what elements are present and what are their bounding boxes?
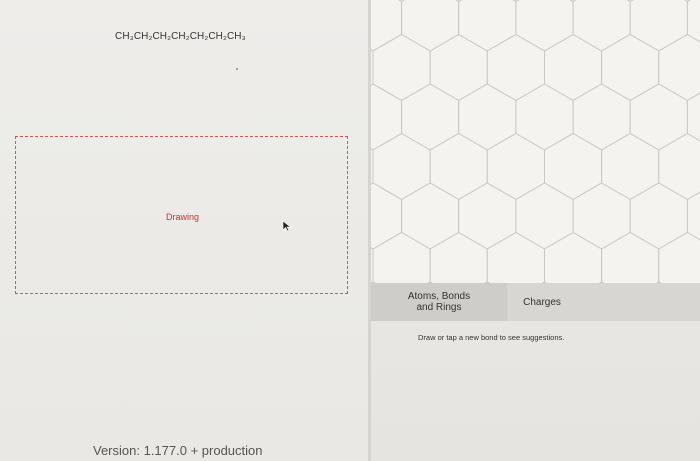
palette-tabs: Atoms, Bonds and Rings Charges	[371, 283, 700, 321]
mouse-cursor-icon	[282, 220, 292, 232]
tab-charges[interactable]: Charges	[507, 283, 577, 321]
suggestion-hint: Draw or tap a new bond to see suggestion…	[418, 333, 565, 342]
ring-template-palette[interactable]	[371, 0, 700, 283]
editor-panel: CH₃CH₂CH₂CH₂CH₂CH₂CH₃ Drawing Version: 1…	[0, 0, 368, 461]
drawing-label: Drawing	[166, 212, 200, 222]
tab-atoms-label-line1: Atoms, Bonds	[407, 291, 471, 302]
template-panel: Atoms, Bonds and Rings Charges Draw or t…	[371, 0, 700, 461]
molecule-formula: CH₃CH₂CH₂CH₂CH₂CH₂CH₃	[115, 31, 246, 42]
version-label: Version: 1.177.0 + production	[93, 443, 263, 458]
page: CH₃CH₂CH₂CH₂CH₂CH₂CH₃ Drawing Version: 1…	[0, 0, 700, 461]
tab-atoms-bonds-rings[interactable]: Atoms, Bonds and Rings	[371, 283, 507, 321]
tab-atoms-label-line2: and Rings	[416, 302, 462, 313]
canvas-dot	[236, 68, 238, 70]
hexagon-grid[interactable]	[371, 0, 700, 283]
